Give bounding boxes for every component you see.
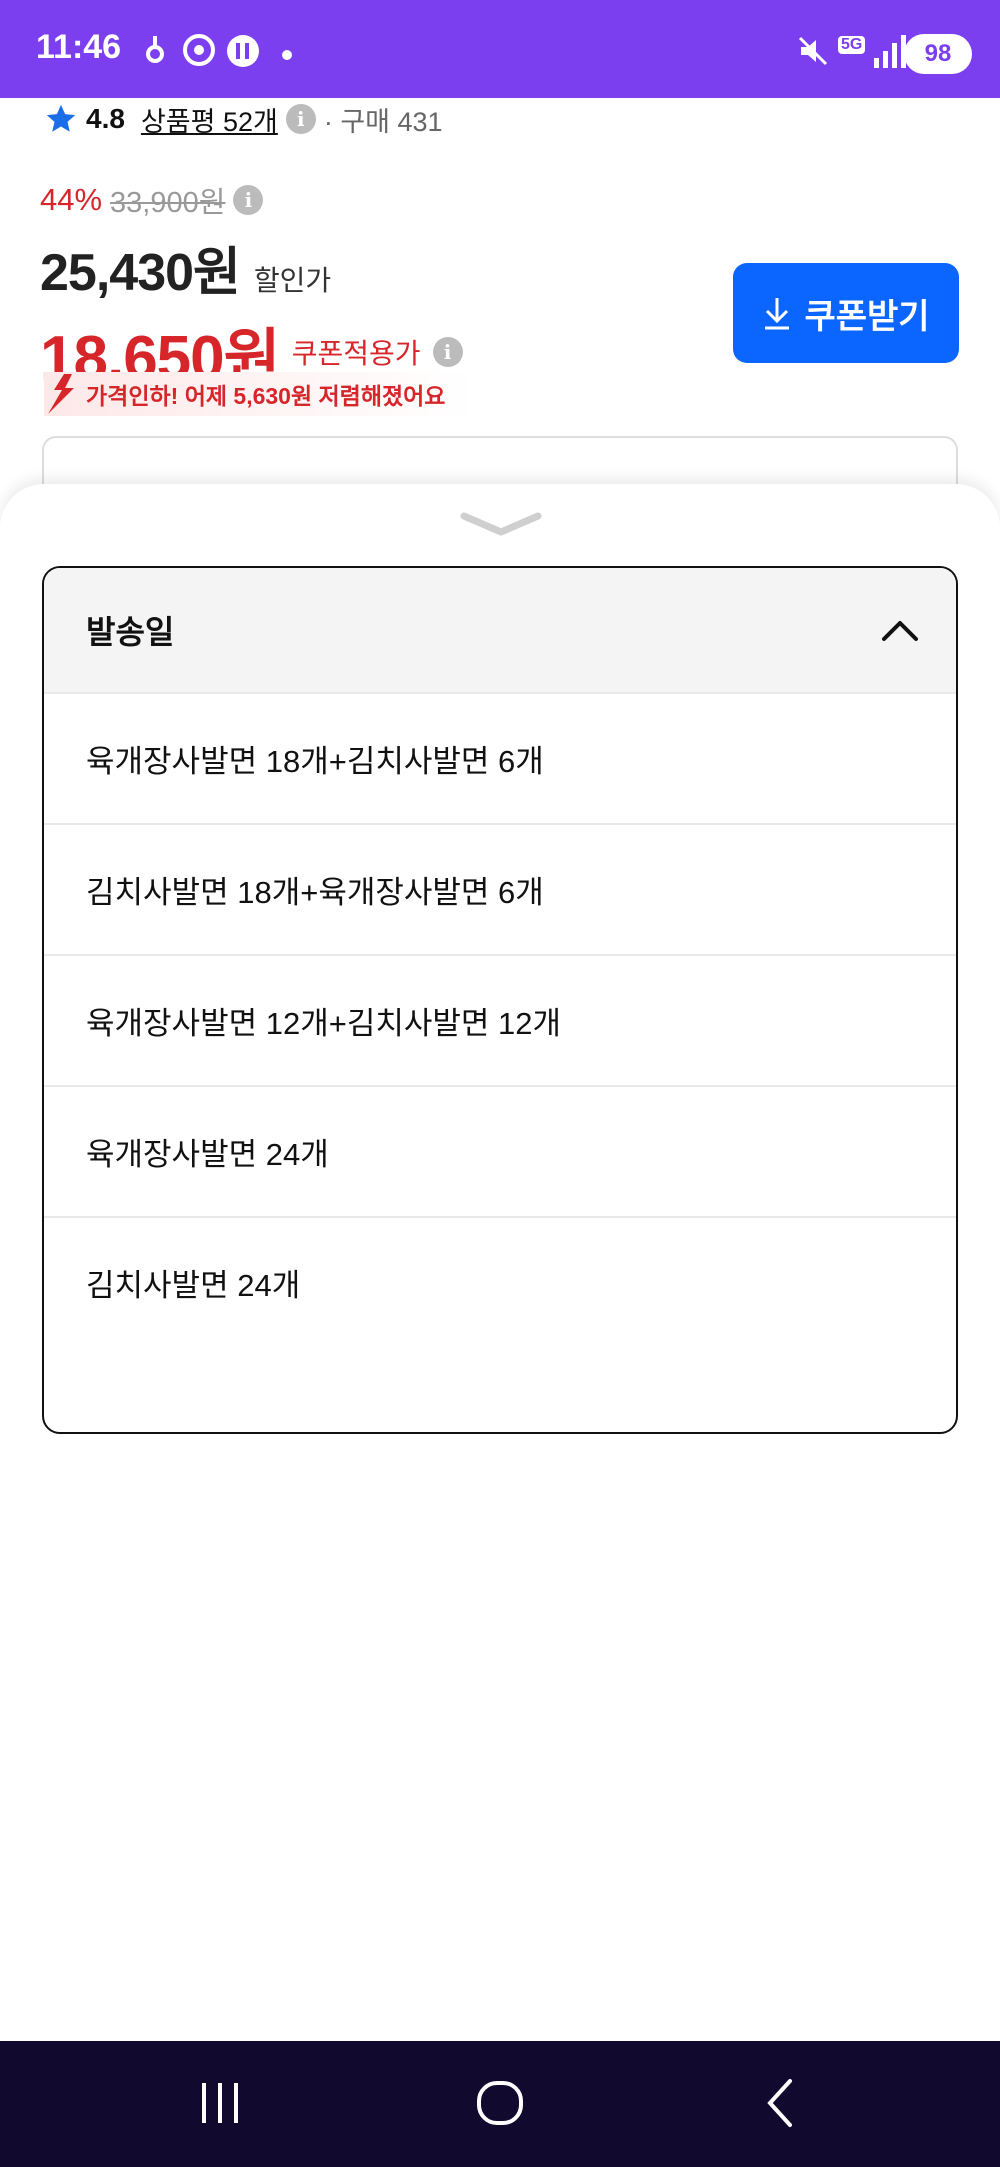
option-dropdown: 발송일 육개장사발면 18개+김치사발면 6개 김치사발면 18개+육개장사발면… (42, 566, 958, 1434)
recent-apps-icon[interactable] (196, 2071, 244, 2135)
sale-price: 25,430원 (40, 244, 241, 302)
chrome-icon (183, 34, 215, 66)
option-item[interactable]: 육개장사발면 12개+김치사발면 12개 (44, 954, 956, 1085)
review-count-link[interactable]: 상품평 52개 (141, 100, 278, 139)
navigation-bar (0, 2041, 1000, 2167)
mute-icon (798, 36, 828, 66)
back-icon[interactable] (760, 2071, 800, 2135)
info-icon[interactable]: i (285, 104, 316, 134)
dropdown-header[interactable]: 발송일 (44, 568, 956, 692)
price-block: 44% 33,900원 i 25,430원 할인가 18,650원 쿠폰적용가 … (40, 176, 463, 397)
chevron-up-icon[interactable] (880, 617, 920, 643)
coupon-label: 쿠폰적용가 (291, 338, 421, 369)
rating-score: 4.8 (86, 103, 125, 134)
arrow-down-icon (48, 374, 74, 414)
network-label: 5G (838, 36, 866, 54)
signal-icon (874, 35, 906, 68)
sale-label: 할인가 (253, 265, 332, 296)
price-drop-text: 가격인하! 어제 5,630원 저렴해졌어요 (86, 383, 446, 409)
notification-icon (146, 36, 164, 63)
status-time: 11:46 (36, 28, 122, 66)
option-item[interactable]: 육개장사발면 24개 (44, 1085, 956, 1216)
price-drop-banner: 가격인하! 어제 5,630원 저렴해졌어요 (44, 372, 474, 416)
option-item[interactable]: 김치사발면 18개+육개장사발면 6개 (44, 823, 956, 954)
original-price: 33,900원 (110, 187, 226, 219)
info-icon[interactable]: i (233, 185, 264, 215)
option-bottom-sheet: 발송일 육개장사발면 18개+김치사발면 6개 김치사발면 18개+육개장사발면… (0, 484, 1000, 2041)
battery-indicator: 98 (904, 34, 972, 74)
option-item[interactable]: 김치사발면 24개 (44, 1216, 956, 1347)
coupon-download-button[interactable]: 쿠폰받기 (733, 263, 959, 363)
dropdown-title: 발송일 (86, 614, 175, 650)
rating-row: 4.8 상품평 52개 i · 구매 431 (44, 98, 443, 140)
home-icon[interactable] (474, 2071, 526, 2135)
purchase-count: · 구매 431 (323, 106, 443, 137)
download-icon (765, 298, 790, 330)
info-icon[interactable]: i (432, 337, 463, 367)
option-item[interactable]: 육개장사발면 18개+김치사발면 6개 (44, 692, 956, 823)
app-icon (227, 35, 259, 67)
status-bar: 11:46 5G 98 (0, 0, 1000, 98)
coupon-button-label: 쿠폰받기 (804, 297, 930, 336)
star-icon (46, 104, 76, 132)
dot-icon (282, 50, 292, 60)
chevron-down-icon[interactable] (460, 510, 542, 540)
discount-rate: 44% (40, 182, 103, 217)
